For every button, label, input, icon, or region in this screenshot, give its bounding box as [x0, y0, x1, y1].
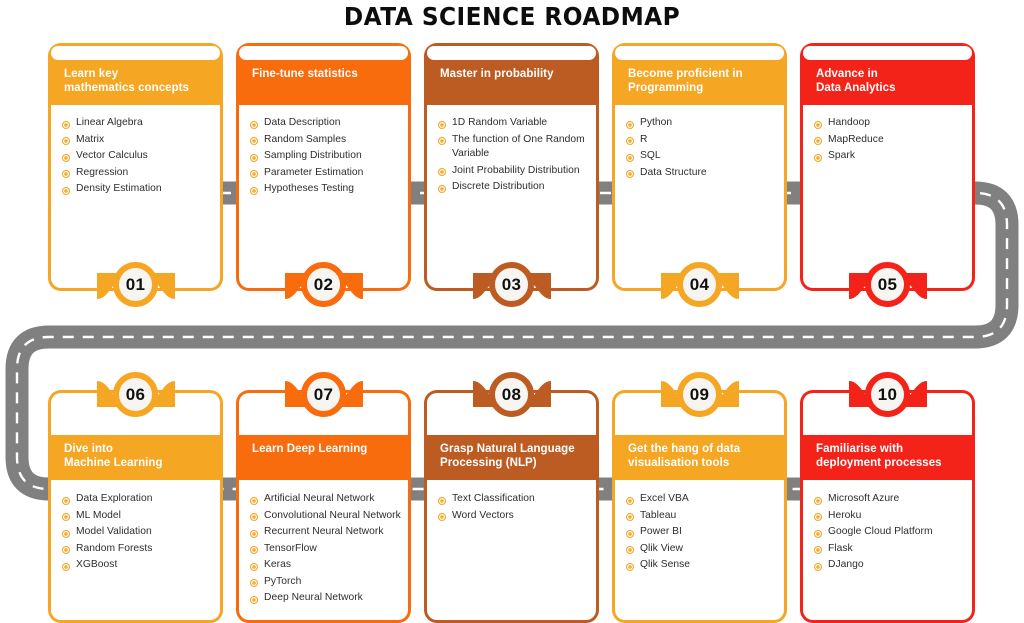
list-item: Keras	[249, 558, 403, 573]
list-item: TensorFlow	[249, 542, 403, 557]
card-topic-list: Data Description Random Samples Sampling D…	[249, 116, 403, 199]
roadmap-card-02[interactable]: Fine-tune statistics Data Description Rand…	[236, 43, 411, 307]
cards-layer: Learn key mathematics concepts Linear Alge…	[0, 0, 1024, 623]
card-heading: Learn Deep Learning	[252, 443, 368, 455]
card-heading: Get the hang of data visualisation tools	[628, 443, 741, 469]
roadmap-card-06[interactable]: Dive into Machine Learning Data Exploratio…	[48, 372, 223, 623]
list-item: Random Samples	[249, 133, 403, 148]
card-topic-list: Excel VBA Tableau Power BI Qlik View Qlik Se…	[625, 492, 779, 575]
card-topic-list: Linear Algebra Matrix Vector Calculus Regre…	[61, 116, 215, 199]
list-item: XGBoost	[61, 558, 215, 573]
list-item: Model Validation	[61, 525, 215, 540]
list-item: Artificial Neural Network	[249, 492, 403, 507]
list-item: Random Forests	[61, 542, 215, 557]
list-item: ML Model	[61, 509, 215, 524]
list-item: R	[625, 133, 779, 148]
step-number-badge[interactable]: 09	[677, 372, 722, 417]
list-item: MapReduce	[813, 133, 967, 148]
card-heading: Become proficient in Programming	[628, 68, 743, 94]
list-item: Tableau	[625, 509, 779, 524]
card-heading: Learn key mathematics concepts	[64, 68, 189, 94]
list-item: Regression	[61, 166, 215, 181]
step-number-badge[interactable]: 08	[489, 372, 534, 417]
list-item: Handoop	[813, 116, 967, 131]
roadmap-card-08[interactable]: Grasp Natural Language Processing (NLP) Te…	[424, 372, 599, 623]
list-item: Excel VBA	[625, 492, 779, 507]
roadmap-card-10[interactable]: Familiarise with deployment processes Micr…	[800, 372, 975, 623]
roadmap-card-03[interactable]: Master in probability 1D Random Variable T…	[424, 43, 599, 307]
list-item: Sampling Distribution	[249, 149, 403, 164]
roadmap-card-07[interactable]: Learn Deep Learning Artificial Neural Net…	[236, 372, 411, 623]
list-item: DJango	[813, 558, 967, 573]
list-item: PyTorch	[249, 575, 403, 590]
list-item: 1D Random Variable	[437, 116, 591, 131]
roadmap-card-05[interactable]: Advance in Data Analytics Handoop MapReduce…	[800, 43, 975, 307]
list-item: Qlik Sense	[625, 558, 779, 573]
step-number-badge[interactable]: 01	[113, 262, 158, 307]
card-heading: Master in probability	[440, 68, 554, 80]
list-item: Recurrent Neural Network	[249, 525, 403, 540]
list-item: SQL	[625, 149, 779, 164]
list-item: Text Classification	[437, 492, 591, 507]
card-topic-list: Python R SQL Data Structure	[625, 116, 779, 182]
list-item: Python	[625, 116, 779, 131]
list-item: Word Vectors	[437, 509, 591, 524]
list-item: Microsoft Azure	[813, 492, 967, 507]
list-item: Deep Neural Network	[249, 591, 403, 606]
list-item: Density Estimation	[61, 182, 215, 197]
list-item: Spark	[813, 149, 967, 164]
list-item: Data Exploration	[61, 492, 215, 507]
roadmap-card-04[interactable]: Become proficient in Programming Python R SQ…	[612, 43, 787, 307]
step-number-badge[interactable]: 10	[865, 372, 910, 417]
card-top-strip	[615, 46, 784, 60]
list-item: Heroku	[813, 509, 967, 524]
card-topic-list: Microsoft Azure Heroku Google Cloud Platfo…	[813, 492, 967, 575]
list-item: Qlik View	[625, 542, 779, 557]
list-item: Joint Probability Distribution	[437, 164, 591, 179]
step-number-badge[interactable]: 03	[489, 262, 534, 307]
list-item: Data Structure	[625, 166, 779, 181]
list-item: Discrete Distribution	[437, 180, 591, 195]
step-number-badge[interactable]: 04	[677, 262, 722, 307]
card-topic-list: 1D Random Variable The function of One Ra…	[437, 116, 591, 197]
list-item: Data Description	[249, 116, 403, 131]
step-number-badge[interactable]: 07	[301, 372, 346, 417]
list-item: Parameter Estimation	[249, 166, 403, 181]
list-item: Flask	[813, 542, 967, 557]
card-topic-list: Artificial Neural Network Convolutional N…	[249, 492, 403, 608]
card-heading: Fine-tune statistics	[252, 68, 358, 80]
card-top-strip	[803, 46, 972, 60]
step-number-badge[interactable]: 06	[113, 372, 158, 417]
card-top-strip	[51, 46, 220, 60]
card-heading: Grasp Natural Language Processing (NLP)	[440, 443, 575, 469]
list-item: Matrix	[61, 133, 215, 148]
list-item: Convolutional Neural Network	[249, 509, 403, 524]
card-heading: Familiarise with deployment processes	[816, 443, 942, 469]
list-item: The function of One Random Variable	[437, 133, 591, 162]
card-top-strip	[239, 46, 408, 60]
list-item: Hypotheses Testing	[249, 182, 403, 197]
list-item: Linear Algebra	[61, 116, 215, 131]
roadmap-infographic: DATA SCIENCE ROADMAP Learn key mathematic…	[0, 0, 1024, 623]
card-top-strip	[427, 46, 596, 60]
roadmap-card-01[interactable]: Learn key mathematics concepts Linear Alge…	[48, 43, 223, 307]
roadmap-card-09[interactable]: Get the hang of data visualisation tools E…	[612, 372, 787, 623]
card-topic-list: Text Classification Word Vectors	[437, 492, 591, 525]
card-heading: Dive into Machine Learning	[64, 443, 163, 469]
card-heading: Advance in Data Analytics	[816, 68, 896, 94]
card-topic-list: Handoop MapReduce Spark	[813, 116, 967, 166]
list-item: Power BI	[625, 525, 779, 540]
step-number-badge[interactable]: 02	[301, 262, 346, 307]
list-item: Google Cloud Platform	[813, 525, 967, 540]
card-topic-list: Data Exploration ML Model Model Validation…	[61, 492, 215, 575]
step-number-badge[interactable]: 05	[865, 262, 910, 307]
list-item: Vector Calculus	[61, 149, 215, 164]
